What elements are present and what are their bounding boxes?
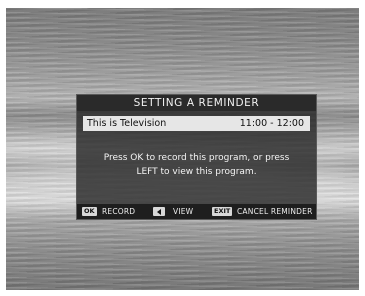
program-time: 11:00 - 12:00 [239,118,304,129]
dialog-title: SETTING A REMINDER [77,95,316,111]
program-name: This is Television [87,118,167,129]
message-line-2: LEFT to view this program. [136,167,257,177]
tv-screen: SETTING A REMINDER This is Television 11… [6,8,359,290]
dialog-message: Press OK to record this program, or pres… [77,151,316,179]
ok-key[interactable]: OK [82,207,97,216]
cancel-reminder-label: CANCEL REMINDER [237,207,313,216]
left-arrow-key[interactable] [153,207,165,216]
exit-key[interactable]: EXIT [212,207,233,216]
record-label: RECORD [102,207,136,216]
program-row[interactable]: This is Television 11:00 - 12:00 [83,116,310,131]
message-line-1: Press OK to record this program, or pres… [103,153,290,163]
dialog-footer: OK RECORD VIEW EXIT CANCEL REMINDER [77,204,316,219]
reminder-dialog: SETTING A REMINDER This is Television 11… [76,94,317,220]
view-label: VIEW [173,207,194,216]
left-triangle-icon [157,208,161,215]
